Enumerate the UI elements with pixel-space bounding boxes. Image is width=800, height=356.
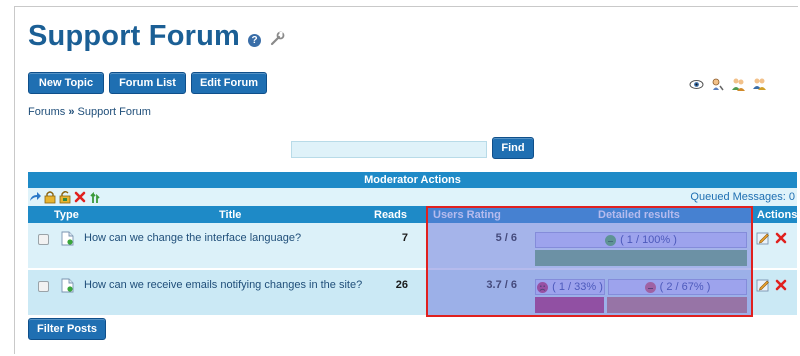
filter-posts-button[interactable]: Filter Posts bbox=[28, 318, 106, 340]
table-row: How can we receive emails notifying chan… bbox=[28, 270, 797, 315]
breadcrumb-current[interactable]: Support Forum bbox=[78, 106, 151, 118]
table-row: How can we change the interface language… bbox=[28, 223, 797, 268]
eye-icon[interactable] bbox=[689, 77, 704, 92]
post-rating: 3.7 / 6 bbox=[486, 279, 517, 291]
edit-icon[interactable] bbox=[756, 278, 770, 292]
queued-messages[interactable]: Queued Messages: 0 bbox=[690, 191, 795, 203]
moderator-toolbar: Queued Messages: 0 bbox=[28, 188, 797, 206]
wrench-icon[interactable] bbox=[269, 31, 285, 47]
breadcrumb-separator: » bbox=[68, 106, 75, 118]
page-title: Support Forum bbox=[28, 19, 241, 52]
column-detailed-results: Detailed results bbox=[598, 209, 680, 221]
row-actions bbox=[756, 278, 788, 292]
delete-post-icon[interactable] bbox=[774, 231, 788, 245]
column-type[interactable]: Type bbox=[54, 209, 79, 221]
search-input[interactable] bbox=[291, 141, 487, 158]
merge-icon[interactable] bbox=[88, 190, 102, 204]
breadcrumb-forums-link[interactable]: Forums bbox=[28, 106, 65, 118]
column-reads[interactable]: Reads bbox=[374, 209, 407, 221]
delete-icon[interactable] bbox=[73, 190, 87, 204]
breadcrumb: Forums » Support Forum bbox=[28, 106, 151, 118]
result-label: ( 1 / 100% ) bbox=[620, 234, 677, 246]
column-users-rating[interactable]: Users Rating bbox=[433, 209, 501, 221]
column-header-row: Type Title Reads Users Rating Detailed r… bbox=[28, 206, 797, 223]
unlock-icon[interactable] bbox=[58, 190, 72, 204]
move-icon[interactable] bbox=[28, 190, 42, 204]
users-icon[interactable] bbox=[731, 77, 746, 92]
result-label-box: ( 1 / 100% ) bbox=[535, 232, 747, 248]
result-label: ( 1 / 33% ) bbox=[552, 281, 603, 293]
post-rating: 5 / 6 bbox=[495, 232, 517, 244]
column-title[interactable]: Title bbox=[219, 209, 241, 221]
view-options bbox=[689, 77, 767, 92]
result-label-box: ( 1 / 33% ) bbox=[535, 279, 605, 295]
find-button[interactable]: Find bbox=[492, 137, 534, 159]
title-row: Support Forum ? bbox=[28, 18, 285, 54]
sad-face-icon bbox=[537, 281, 549, 293]
result-label-box: ( 2 / 67% ) bbox=[608, 279, 747, 295]
edit-icon[interactable] bbox=[756, 231, 770, 245]
column-actions: Actions bbox=[757, 209, 798, 221]
moderator-actions-header: Moderator Actions bbox=[28, 172, 797, 188]
row-actions bbox=[756, 231, 788, 245]
result-bar bbox=[535, 297, 604, 313]
neutral-face-icon bbox=[605, 234, 617, 246]
new-topic-button[interactable]: New Topic bbox=[28, 72, 104, 94]
search-user-icon[interactable] bbox=[710, 77, 725, 92]
group-settings-icon[interactable] bbox=[752, 77, 767, 92]
lock-icon[interactable] bbox=[43, 190, 57, 204]
moderator-icons bbox=[28, 190, 102, 204]
edit-forum-button[interactable]: Edit Forum bbox=[191, 72, 267, 94]
result-bar bbox=[535, 250, 747, 266]
delete-post-icon[interactable] bbox=[774, 278, 788, 292]
help-icon[interactable]: ? bbox=[248, 33, 262, 47]
result-label: ( 2 / 67% ) bbox=[659, 281, 711, 293]
neutral-face-icon bbox=[644, 281, 656, 293]
result-bar bbox=[607, 297, 747, 313]
forum-list-button[interactable]: Forum List bbox=[109, 72, 186, 94]
